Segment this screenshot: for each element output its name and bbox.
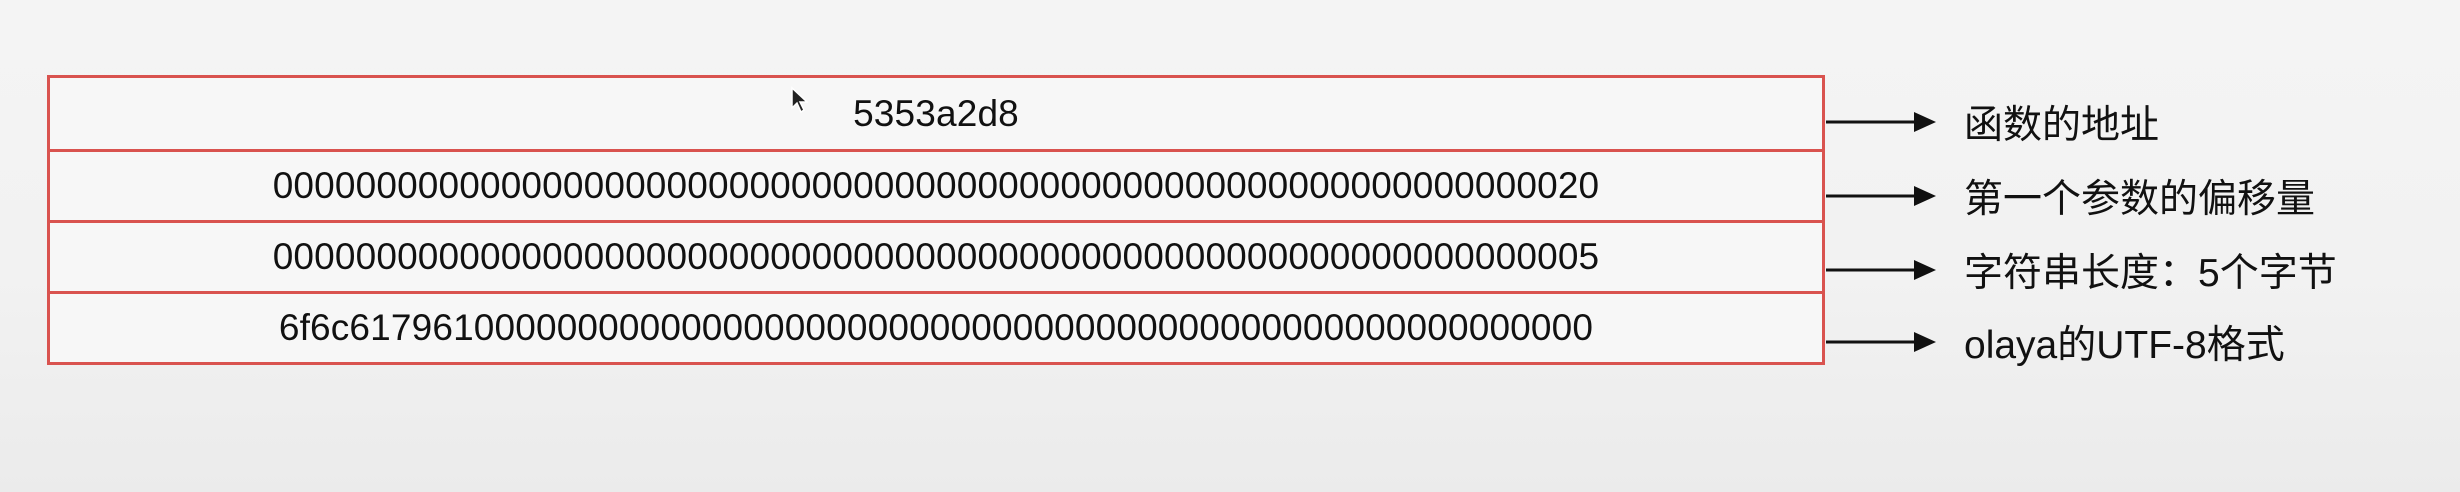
annotation-length: 字符串长度：5个字节 — [1826, 234, 2337, 305]
annotation-label: 字符串长度：5个字节 — [1964, 251, 2337, 295]
annotation-label: 函数的地址 — [1964, 103, 2160, 147]
calldata-row-length: 0000000000000000000000000000000000000000… — [50, 220, 1822, 291]
calldata-table: 5353a2d8 0000000000000000000000000000000… — [47, 75, 1825, 365]
function-selector-value: 5353a2d8 — [853, 92, 1019, 134]
length-value: 0000000000000000000000000000000000000000… — [272, 236, 1600, 277]
annotation-label: 第一个参数的偏移量 — [1964, 177, 2316, 221]
arrow-right-icon — [1826, 331, 1936, 352]
data-value: 6f6c617961000000000000000000000000000000… — [278, 307, 1594, 348]
arrow-right-icon — [1826, 185, 1936, 206]
calldata-row-function-selector: 5353a2d8 — [50, 78, 1822, 149]
annotation-data: olaya的UTF-8格式 — [1826, 306, 2285, 377]
arrow-right-icon — [1826, 259, 1936, 280]
calldata-row-offset: 0000000000000000000000000000000000000000… — [50, 149, 1822, 220]
offset-value: 0000000000000000000000000000000000000000… — [272, 165, 1600, 206]
annotation-offset: 第一个参数的偏移量 — [1826, 160, 2315, 231]
arrow-right-icon — [1826, 111, 1936, 132]
annotation-label: olaya的UTF-8格式 — [1964, 323, 2285, 367]
calldata-row-data: 6f6c617961000000000000000000000000000000… — [50, 291, 1822, 362]
annotation-function-selector: 函数的地址 — [1826, 86, 2159, 157]
mouse-pointer-icon — [791, 86, 808, 114]
